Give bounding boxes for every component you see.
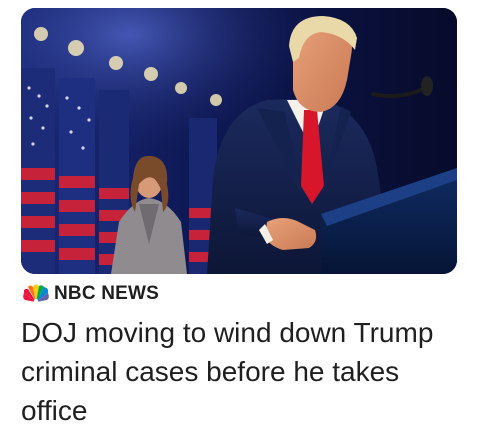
photo-speaker-at-podium-icon [21,8,457,274]
story-headline[interactable]: DOJ moving to wind down Trump criminal c… [21,313,461,430]
source-name: NBC NEWS [54,283,160,304]
story-thumbnail[interactable] [21,8,457,274]
source-row[interactable]: NBC NEWS [21,282,159,306]
news-card[interactable]: NBC NEWS DOJ moving to wind down Trump c… [0,0,479,447]
nbc-peacock-icon [23,284,49,303]
